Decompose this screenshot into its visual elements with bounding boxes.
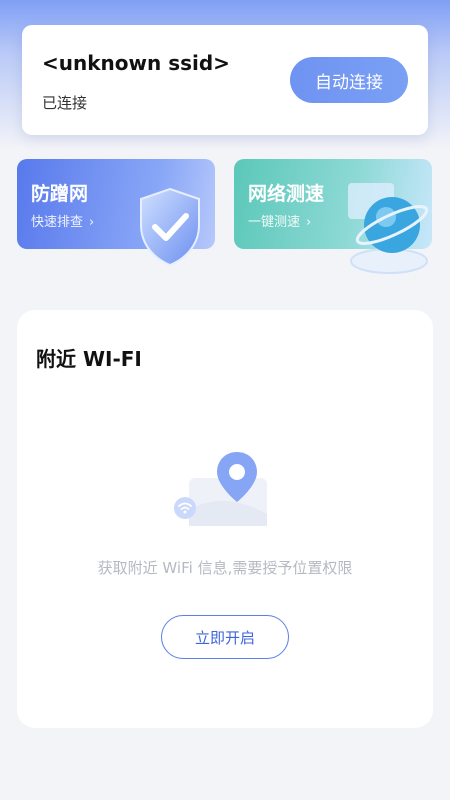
speed-test-title: 网络测速: [248, 183, 325, 205]
map-pin-wifi-icon: [174, 452, 267, 526]
anti-freeload-subtitle-text: 快速排查: [31, 215, 84, 230]
speed-test-subtitle-text: 一键测速: [248, 215, 301, 230]
anti-freeload-title: 防蹭网: [31, 183, 89, 205]
nearby-wifi-card: 附近 WI-FI 获取附近 WiFi 信息,需要授予位置权限 立即开启: [17, 310, 433, 728]
auto-connect-button[interactable]: 自动连接: [290, 57, 408, 103]
anti-freeload-subtitle: 快速排查 ›: [31, 211, 94, 230]
chevron-right-icon: ›: [89, 215, 95, 230]
anti-freeload-card[interactable]: 防蹭网 快速排查 ›: [17, 159, 215, 267]
speed-test-subtitle: 一键测速 ›: [248, 211, 311, 230]
chevron-right-icon: ›: [306, 215, 312, 230]
speed-test-card[interactable]: 网络测速 一键测速 ›: [234, 159, 432, 274]
nearby-wifi-title: 附近 WI-FI: [36, 347, 142, 371]
location-permission-hint: 获取附近 WiFi 信息,需要授予位置权限: [97, 559, 353, 577]
enable-location-button[interactable]: 立即开启: [161, 615, 289, 659]
ssid-label: <unknown ssid>: [42, 51, 230, 75]
connection-status-card: <unknown ssid> 已连接 自动连接: [22, 25, 428, 135]
globe-icon: [348, 183, 429, 274]
connection-state: 已连接: [42, 94, 88, 112]
shield-check-icon: [140, 187, 200, 267]
